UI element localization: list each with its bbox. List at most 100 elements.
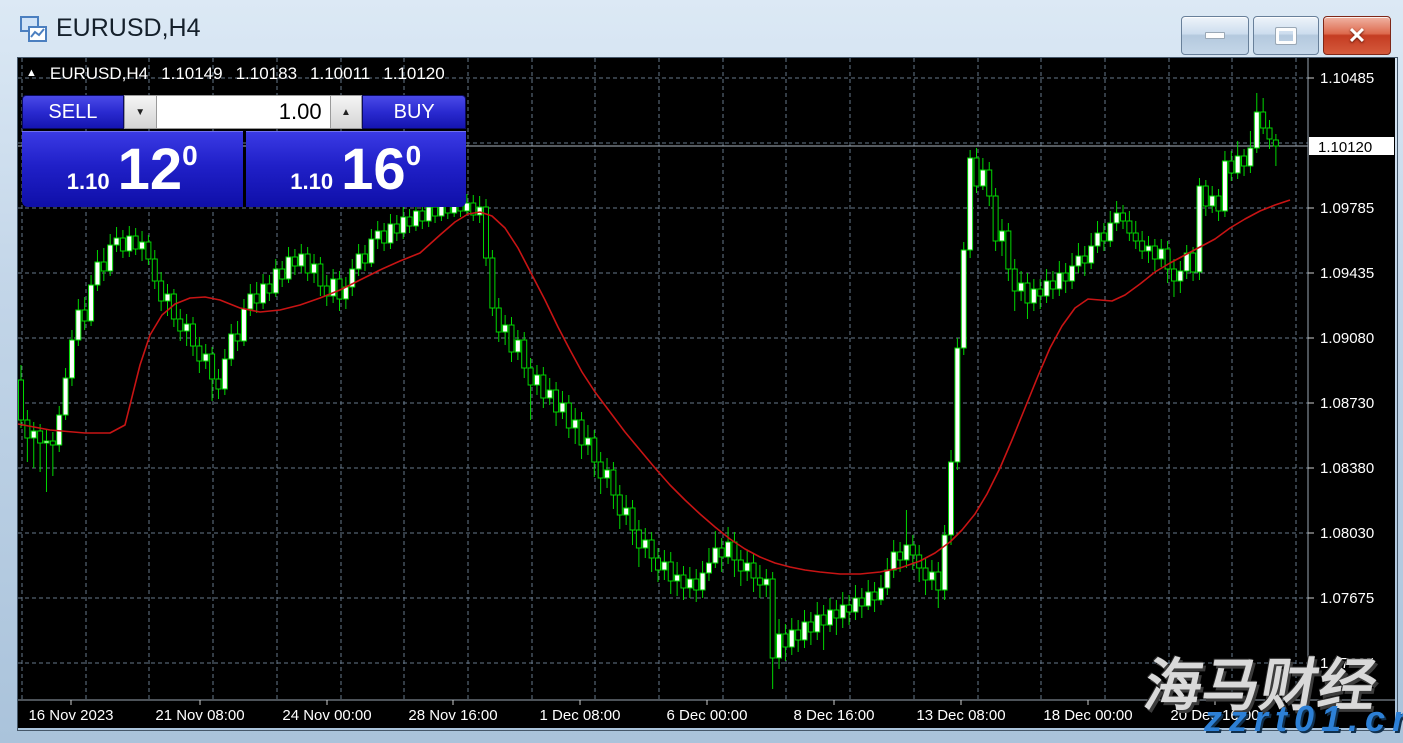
- candle-body: [878, 588, 883, 600]
- candle-body: [999, 231, 1004, 241]
- price-axis[interactable]: [1308, 58, 1395, 700]
- buy-price-panel[interactable]: 1.10 16 0: [246, 131, 467, 207]
- candle-body: [738, 560, 743, 571]
- candle-body: [1089, 246, 1094, 263]
- candle-body: [1203, 186, 1208, 206]
- candle-body: [1025, 283, 1030, 303]
- candle-body: [44, 441, 49, 443]
- candle-body: [76, 310, 81, 340]
- candle-body: [1031, 289, 1036, 303]
- candle-body: [426, 207, 431, 221]
- candle-body: [241, 309, 246, 341]
- candle-body: [515, 340, 520, 352]
- candle-body: [847, 605, 852, 612]
- candle-body: [700, 573, 705, 590]
- candle-body: [413, 211, 418, 226]
- candle-body: [369, 239, 374, 263]
- candle-body: [866, 592, 871, 606]
- candle-body: [662, 562, 667, 570]
- sell-big-figure: 1.10: [67, 169, 110, 195]
- header-high: 1.10183: [236, 64, 297, 84]
- candle-body: [656, 558, 661, 570]
- candle-body: [1254, 112, 1259, 148]
- candle-body: [165, 294, 170, 301]
- candle-body: [292, 257, 297, 266]
- candle-body: [745, 563, 750, 571]
- candle-body: [38, 431, 43, 443]
- candle-body: [1057, 273, 1062, 289]
- candle-body: [127, 236, 132, 251]
- candle-body: [286, 257, 291, 279]
- candle-body: [362, 254, 367, 263]
- candle-body: [267, 284, 272, 293]
- candle-body: [624, 508, 629, 515]
- candle-body: [1127, 221, 1132, 233]
- candle-body: [1248, 148, 1253, 166]
- candle-body: [541, 375, 546, 398]
- candle-body: [713, 548, 718, 563]
- candle-body: [1121, 213, 1126, 221]
- candle-body: [719, 548, 724, 557]
- candle-body: [732, 542, 737, 560]
- buy-button[interactable]: BUY: [362, 95, 466, 129]
- candle-body: [579, 420, 584, 445]
- candle-body: [280, 269, 285, 279]
- candle-body: [19, 380, 24, 420]
- candle-body: [534, 375, 539, 385]
- collapse-triangle-icon[interactable]: ▲: [26, 67, 37, 79]
- header-symbol: EURUSD,H4: [50, 64, 148, 84]
- candle-body: [184, 324, 189, 331]
- candle-body: [394, 224, 399, 233]
- candle-body: [522, 340, 527, 368]
- candle-body: [757, 578, 762, 585]
- candle-body: [133, 236, 138, 249]
- candle-body: [1012, 269, 1017, 291]
- candle-body: [980, 170, 985, 186]
- candle-body: [1076, 256, 1081, 266]
- candle-body: [566, 403, 571, 428]
- candle-body: [815, 615, 820, 632]
- candle-body: [560, 403, 565, 412]
- candle-body: [585, 438, 590, 445]
- candle-body: [152, 259, 157, 281]
- candle-body: [1038, 289, 1043, 296]
- sell-button[interactable]: SELL: [22, 95, 124, 129]
- candle-body: [120, 238, 125, 251]
- candle-body: [1216, 196, 1221, 211]
- candle-body: [203, 354, 208, 361]
- candle-body: [273, 269, 278, 293]
- candle-body: [503, 325, 508, 332]
- candle-body: [82, 310, 87, 321]
- sell-price-panel[interactable]: 1.10 12 0: [22, 131, 243, 207]
- candle-body: [69, 340, 74, 378]
- candle-body: [968, 158, 973, 250]
- candle-body: [407, 217, 412, 226]
- candle-body: [974, 158, 979, 186]
- candle-body: [961, 250, 966, 348]
- candle-body: [89, 285, 94, 321]
- candle-body: [382, 231, 387, 243]
- candle-body: [146, 242, 151, 259]
- time-axis[interactable]: [18, 700, 1308, 728]
- candle-body: [1229, 161, 1234, 173]
- candle-body: [834, 610, 839, 618]
- candle-body: [1095, 233, 1100, 246]
- candle-body: [1114, 213, 1119, 223]
- volume-up-button[interactable]: ▲: [330, 95, 363, 129]
- chart-window: 1.104851.097851.094351.090801.087301.083…: [0, 0, 1403, 743]
- volume-down-button[interactable]: ▼: [124, 95, 157, 129]
- candle-body: [25, 420, 30, 438]
- buy-big-figure: 1.10: [290, 169, 333, 195]
- volume-input[interactable]: [157, 95, 330, 129]
- sell-pips: 12: [118, 141, 183, 199]
- candle-body: [617, 495, 622, 515]
- candle-body: [305, 254, 310, 273]
- candle-body: [859, 598, 864, 606]
- candle-body: [1044, 281, 1049, 296]
- candle-body: [254, 294, 259, 303]
- candle-body: [1261, 112, 1266, 128]
- candle-body: [1267, 128, 1272, 139]
- candle-body: [420, 211, 425, 221]
- candle-body: [1006, 231, 1011, 269]
- candle-body: [694, 579, 699, 590]
